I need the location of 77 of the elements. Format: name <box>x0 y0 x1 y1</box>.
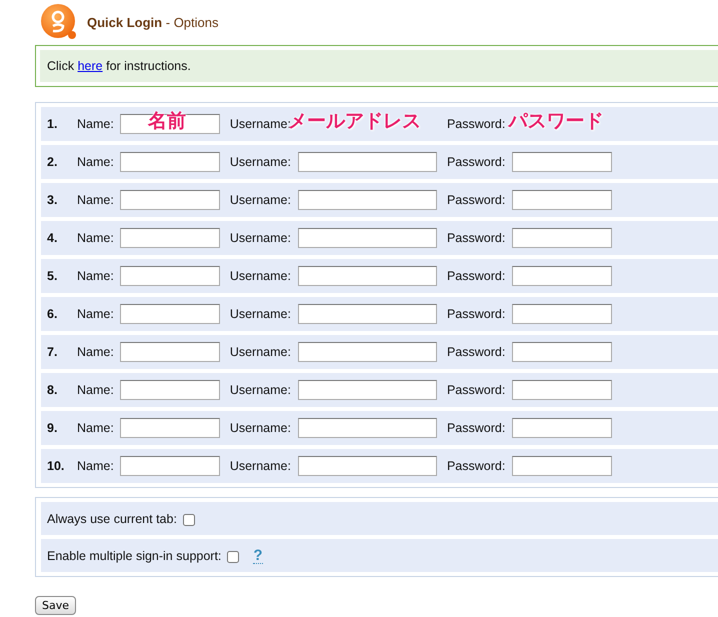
input-field[interactable] <box>512 380 612 400</box>
annotation-text: パスワード <box>508 109 604 134</box>
input-field[interactable] <box>120 152 220 172</box>
input-field[interactable] <box>298 456 437 476</box>
input-field[interactable] <box>120 342 220 362</box>
field-label: Password: <box>446 421 506 435</box>
field-label: Username: <box>230 269 291 283</box>
input-field[interactable] <box>512 190 612 210</box>
field-label: Name: <box>77 231 114 245</box>
field-label: Name: <box>77 345 114 359</box>
input-field[interactable] <box>120 456 220 476</box>
field-label: Password: <box>446 459 506 473</box>
input-field[interactable] <box>512 266 612 286</box>
row-number: 3. <box>47 193 58 207</box>
row-number: 9. <box>47 421 58 435</box>
field-label: Name: <box>77 117 114 131</box>
field-label: Username: <box>230 193 291 207</box>
input-field[interactable] <box>298 152 437 172</box>
input-field[interactable] <box>298 190 437 210</box>
input-field[interactable] <box>512 418 612 438</box>
instructions-link[interactable]: here <box>78 59 103 73</box>
save-button[interactable]: Save <box>35 596 76 615</box>
row-number: 4. <box>47 231 58 245</box>
input-field[interactable] <box>298 418 437 438</box>
field-label: Name: <box>77 269 114 283</box>
row-number: 7. <box>47 345 58 359</box>
field-label: Password: <box>446 383 506 397</box>
input-field[interactable] <box>120 418 220 438</box>
input-field[interactable] <box>298 304 437 324</box>
field-label: Name: <box>77 193 114 207</box>
row-number: 8. <box>47 383 58 397</box>
input-field[interactable] <box>512 304 612 324</box>
input-field[interactable] <box>512 228 612 248</box>
input-field[interactable] <box>298 342 437 362</box>
option-checkbox[interactable] <box>182 514 195 526</box>
field-label: Username: <box>230 421 291 435</box>
field-label: Username: <box>230 231 291 245</box>
field-label: Password: <box>446 117 506 131</box>
input-field[interactable] <box>120 266 220 286</box>
option-checkbox[interactable] <box>227 550 240 562</box>
row-number: 6. <box>47 307 58 321</box>
row-number: 2. <box>47 155 58 169</box>
field-label: Username: <box>230 459 291 473</box>
field-label: Password: <box>446 345 506 359</box>
field-label: Username: <box>230 345 291 359</box>
field-label: Username: <box>230 307 291 321</box>
annotation-text: 名前 <box>148 109 186 134</box>
row-number: 5. <box>47 269 58 283</box>
input-field[interactable] <box>120 190 220 210</box>
row-number: 1. <box>47 117 58 131</box>
input-field[interactable] <box>120 228 220 248</box>
option-label: Always use current tab: <box>47 512 177 526</box>
page-title: Quick Login - Options <box>87 14 218 30</box>
field-label: Username: <box>230 155 291 169</box>
logo-icon <box>39 3 79 41</box>
option-label: Enable multiple sign-in support: <box>47 548 222 562</box>
field-label: Username: <box>230 383 291 397</box>
input-field[interactable] <box>512 456 612 476</box>
input-field[interactable] <box>512 152 612 172</box>
field-label: Password: <box>446 307 506 321</box>
input-field[interactable] <box>298 228 437 248</box>
input-field[interactable] <box>512 342 612 362</box>
field-label: Password: <box>446 269 506 283</box>
field-label: Password: <box>446 231 506 245</box>
input-field[interactable] <box>298 380 437 400</box>
field-label: Password: <box>446 155 506 169</box>
input-field[interactable] <box>120 304 220 324</box>
field-label: Name: <box>77 459 114 473</box>
field-label: Name: <box>77 307 114 321</box>
notice-text: Click here for instructions. <box>47 59 191 73</box>
field-label: Name: <box>77 421 114 435</box>
input-field[interactable] <box>298 266 437 286</box>
field-label: Name: <box>77 383 114 397</box>
field-label: Password: <box>446 193 506 207</box>
input-field[interactable] <box>120 380 220 400</box>
field-label: Name: <box>77 155 114 169</box>
row-number: 10. <box>47 459 66 473</box>
